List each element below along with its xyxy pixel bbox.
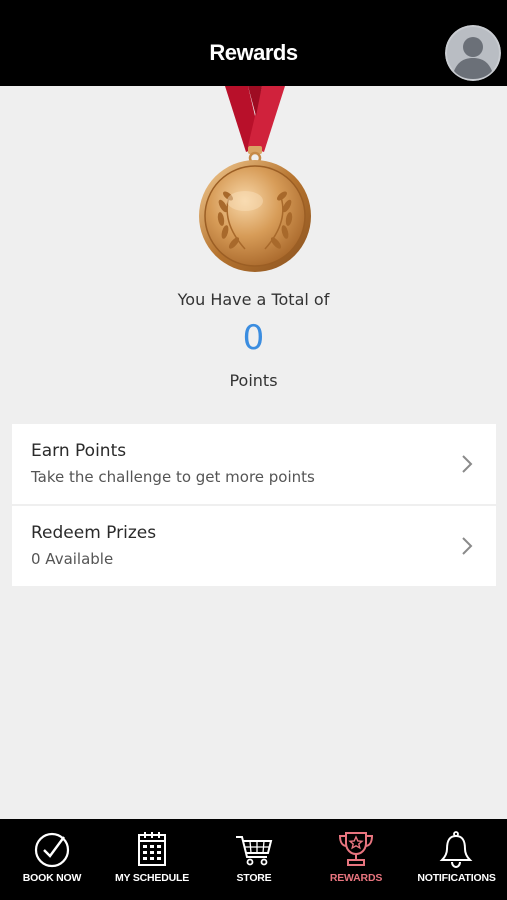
bell-icon	[439, 831, 473, 869]
nav-label: STORE	[236, 872, 272, 884]
total-points-label: You Have a Total of	[177, 290, 330, 309]
chevron-right-icon	[462, 537, 473, 555]
nav-rewards[interactable]: REWARDS	[306, 819, 406, 900]
nav-label: BOOK NOW	[22, 872, 82, 884]
nav-label: MY SCHEDULE	[114, 872, 190, 884]
earn-points-subtitle: Take the challenge to get more points	[31, 468, 315, 486]
check-circle-icon	[34, 832, 70, 868]
points-value: 0	[242, 318, 265, 358]
nav-label: REWARDS	[329, 872, 383, 884]
nav-my-schedule[interactable]: MY SCHEDULE	[102, 819, 202, 900]
calendar-icon	[138, 832, 166, 866]
redeem-prizes-subtitle: 0 Available	[31, 550, 114, 568]
earn-points-card[interactable]: Earn Points Take the challenge to get mo…	[12, 424, 496, 504]
earn-points-title: Earn Points	[31, 441, 127, 461]
points-unit-label: Points	[229, 371, 278, 390]
gold-medal-icon	[190, 86, 320, 286]
nav-notifications[interactable]: NOTIFICATIONS	[406, 819, 507, 900]
cart-icon	[236, 836, 273, 866]
redeem-prizes-title: Redeem Prizes	[31, 523, 157, 543]
redeem-prizes-card[interactable]: Redeem Prizes 0 Available	[12, 506, 496, 586]
nav-store[interactable]: STORE	[202, 819, 306, 900]
user-avatar-icon[interactable]	[445, 25, 501, 81]
trophy-icon	[338, 832, 374, 866]
nav-book-now[interactable]: BOOK NOW	[2, 819, 102, 900]
chevron-right-icon	[462, 455, 473, 473]
page-title: Rewards	[209, 40, 298, 65]
bottom-nav: BOOK NOW MY SCHEDULE STORE REWARDS NOTIF…	[0, 819, 507, 900]
top-bar: Rewards	[0, 0, 507, 86]
nav-label: NOTIFICATIONS	[417, 872, 496, 884]
